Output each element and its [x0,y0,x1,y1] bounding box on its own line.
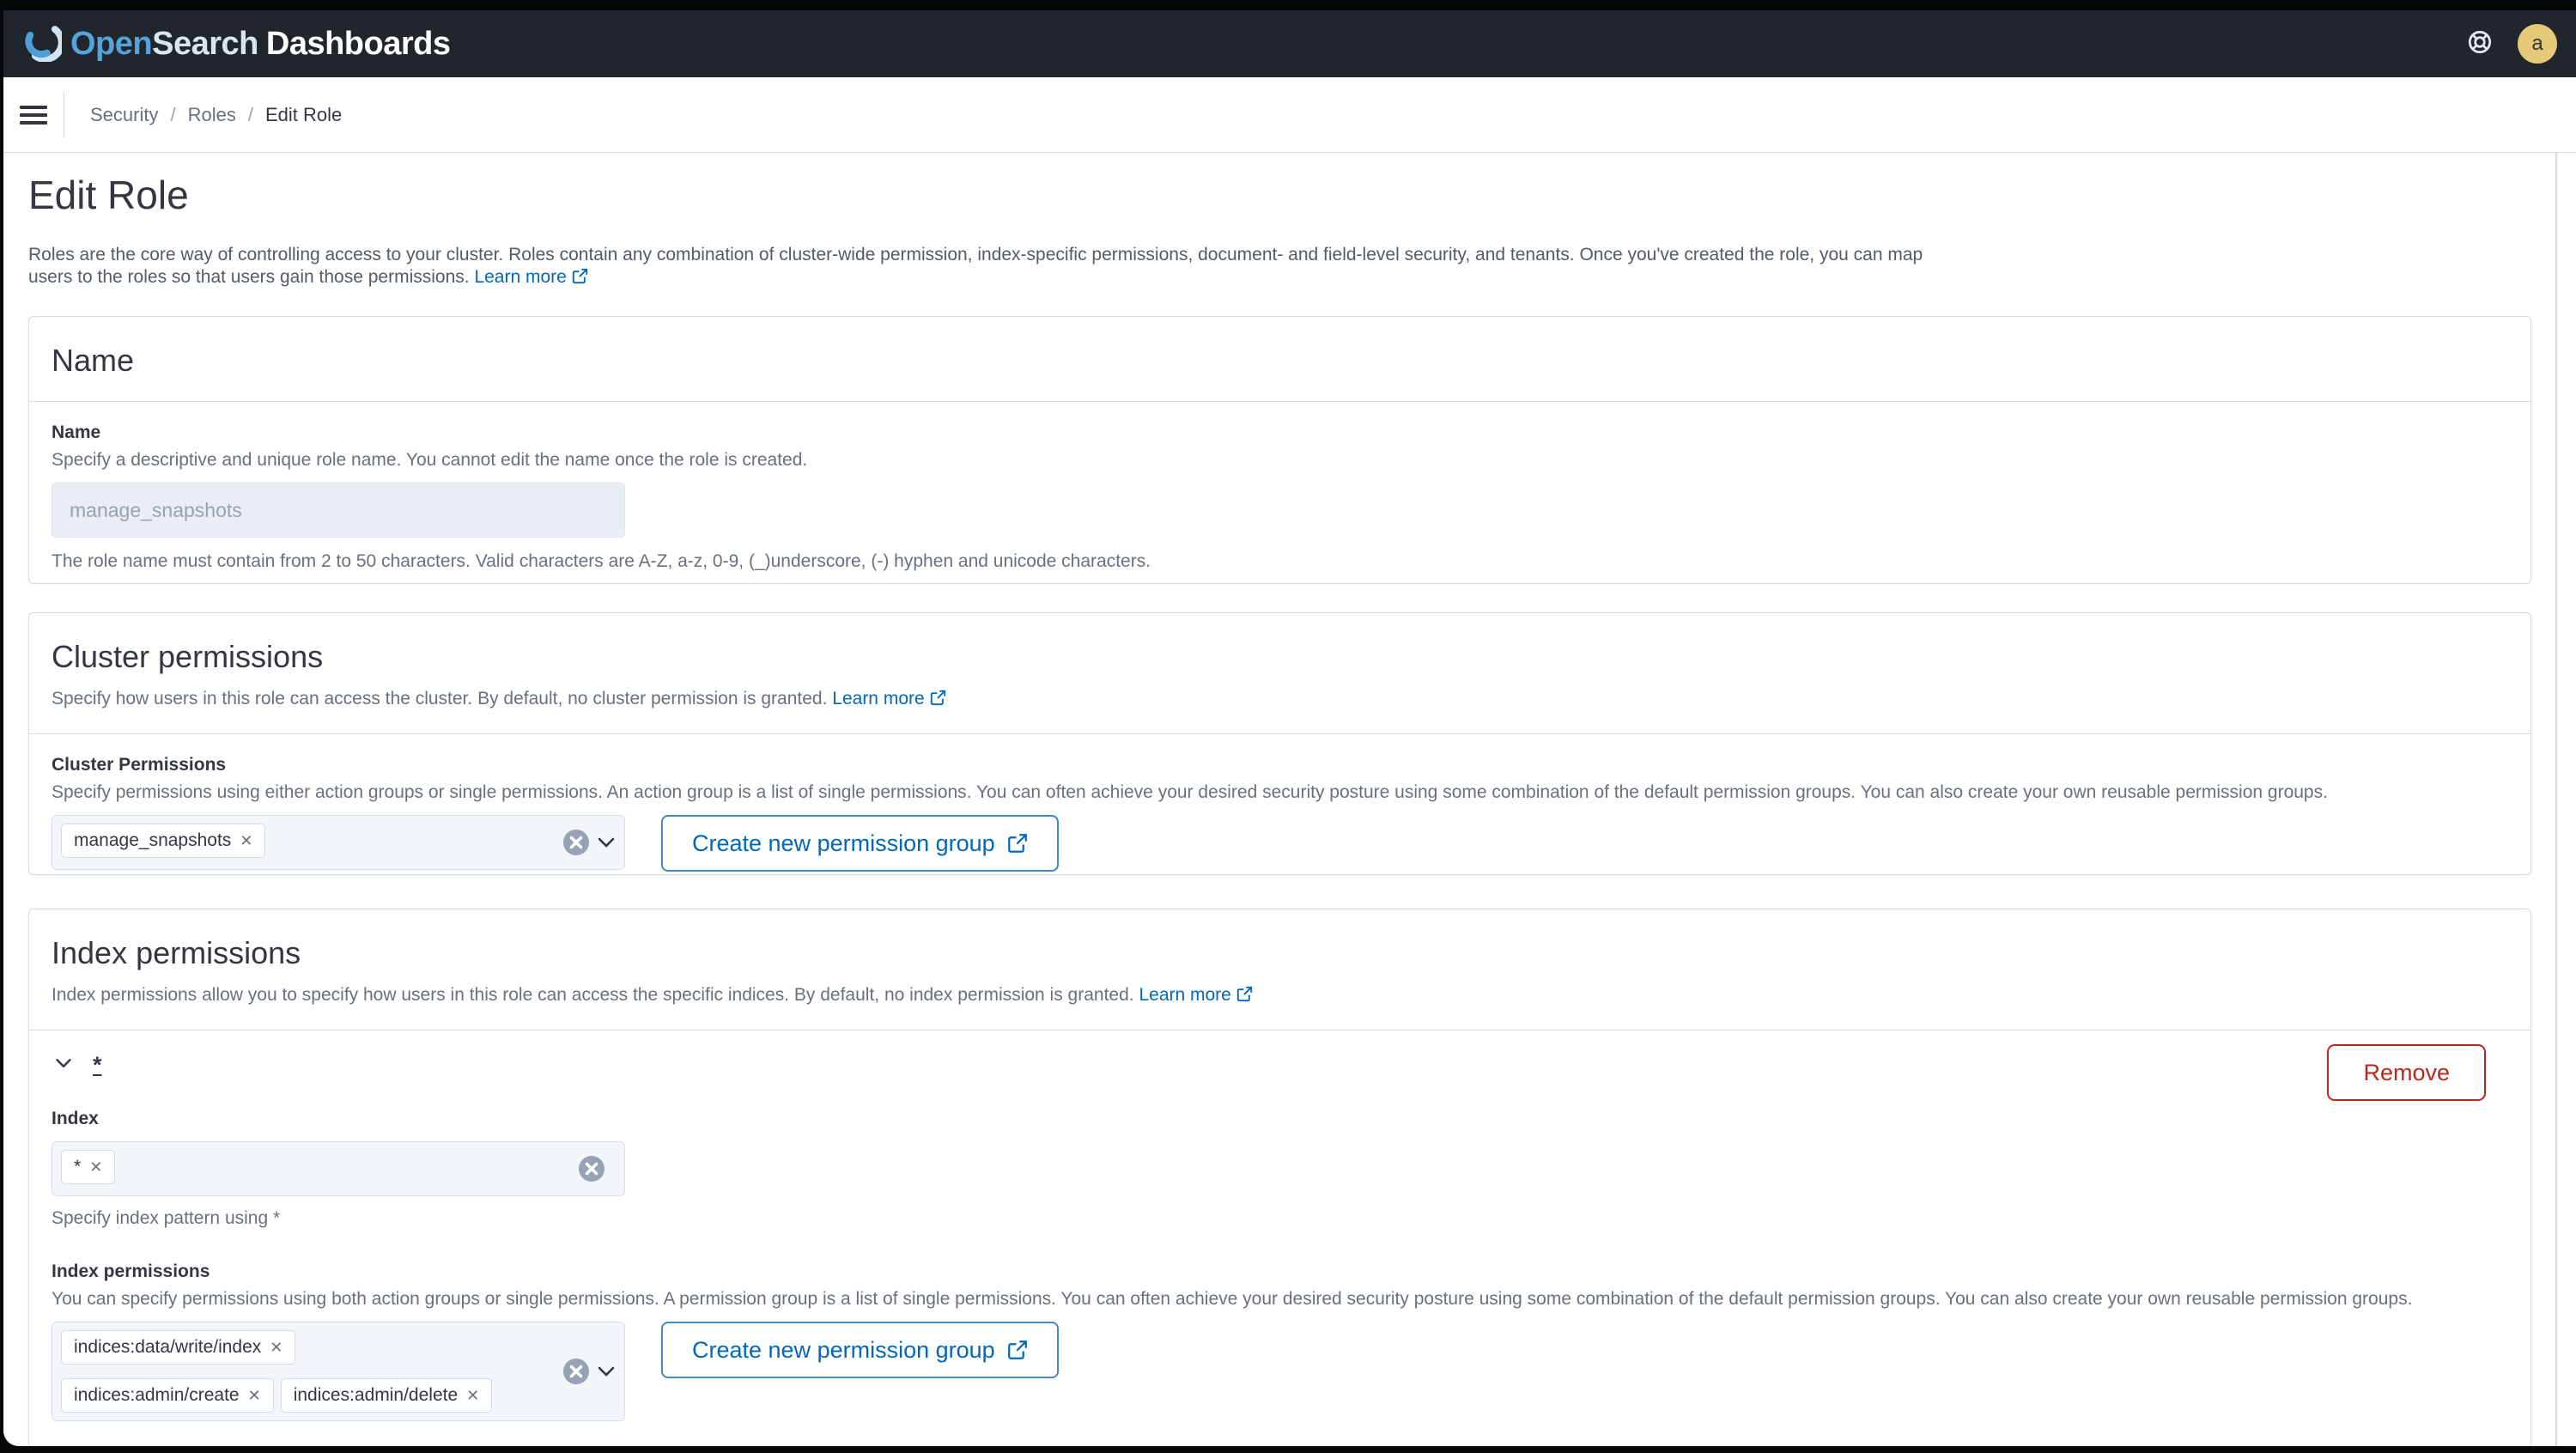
cluster-permissions-label: Cluster Permissions [52,755,227,775]
cluster-permissions-description: Specify permissions using either action … [52,782,2328,802]
clear-selection-icon[interactable] [578,1155,605,1182]
app-window: OpenSearch Dashboards a Security / Roles… [3,0,2576,1446]
create-permission-group-button[interactable]: Create new permission group [661,1322,1059,1378]
opensearch-logo[interactable]: OpenSearch Dashboards [22,22,451,66]
name-field-label: Name [52,423,101,442]
cluster-permissions-combobox[interactable]: manage_snapshots ✕ [52,815,625,870]
breadcrumb-current: Edit Role [264,103,343,125]
permission-tag-circled: indices:admin/delete ✕ [280,1378,493,1413]
index-pattern-combobox[interactable]: * ✕ [52,1141,625,1196]
permission-tag: manage_snapshots ✕ [61,824,266,858]
panel-divider [29,733,2530,734]
page-content: Edit Role Roles are the core way of cont… [3,153,2576,1446]
chevron-down-icon[interactable] [593,830,619,855]
index-permissions-combobox[interactable]: indices:data/write/index ✕ indices:admin/… [52,1322,625,1421]
chevron-down-icon [52,1051,76,1079]
logo-wordmark: OpenSearch Dashboards [70,25,451,62]
panel-divider [29,401,2530,402]
window-top-edge [3,0,2576,10]
nav-menu-button[interactable] [3,77,64,152]
create-permission-group-button[interactable]: Create new permission group [661,815,1059,872]
opensearch-logo-icon [22,22,65,66]
learn-more-link[interactable]: Learn more [474,267,587,287]
index-pattern-help: Specify index pattern using * [52,1208,281,1228]
name-panel: Name Name Specify a descriptive and uniq… [28,316,2531,584]
app-header: OpenSearch Dashboards a [3,10,2576,77]
index-field-label: Index [52,1109,99,1128]
remove-tag-icon[interactable]: ✕ [240,832,252,850]
page-title: Edit Role [28,173,189,217]
accordion-toggle[interactable]: * [52,1051,102,1079]
breadcrumb-bar: Security / Roles / Edit Role [3,77,2576,153]
role-name-input[interactable] [52,483,625,538]
breadcrumb-separator: / [247,103,253,125]
index-pattern-tag: * ✕ [61,1150,116,1184]
index-permissions-description: You can specify permissions using both a… [52,1289,2413,1309]
page-description: Roles are the core way of controlling ac… [28,244,1952,290]
name-panel-title: Name [52,343,135,378]
clear-selection-icon[interactable] [562,1358,590,1385]
cluster-permissions-panel: Cluster permissions Specify how users in… [28,612,2531,875]
remove-tag-icon[interactable]: ✕ [466,1387,479,1405]
external-link-icon [930,690,946,711]
accordion-label: * [93,1052,102,1078]
external-link-icon [572,268,588,290]
breadcrumb-roles[interactable]: Roles [188,104,236,126]
name-field-help: The role name must contain from 2 to 50 … [52,551,1151,571]
remove-tag-icon[interactable]: ✕ [89,1158,102,1176]
index-permissions-label: Index permissions [52,1261,210,1281]
learn-more-link[interactable]: Learn more [832,689,945,708]
breadcrumb-security[interactable]: Security [90,104,158,126]
cluster-panel-description: Specify how users in this role can acces… [52,689,2508,711]
permission-tag: indices:data/write/index ✕ [61,1330,296,1365]
name-field-description: Specify a descriptive and unique role na… [52,450,808,470]
remove-tag-icon[interactable]: ✕ [270,1339,283,1357]
index-panel-title: Index permissions [52,935,301,970]
index-permission-accordion: * Remove [52,1044,2508,1101]
remove-tag-icon[interactable]: ✕ [248,1387,261,1405]
hamburger-menu-icon [20,105,47,125]
permission-tag: indices:admin/create ✕ [61,1378,274,1413]
remove-index-permission-button[interactable]: Remove [2327,1044,2486,1101]
external-link-icon [1236,986,1253,1007]
clear-selection-icon[interactable] [562,829,590,856]
external-link-icon [1007,833,1028,854]
lifebuoy-help-icon [2465,27,2494,61]
chevron-down-icon[interactable] [593,1359,619,1384]
breadcrumb: Security / Roles / Edit Role [90,104,342,126]
index-permissions-panel: Index permissions Index permissions allo… [28,909,2531,1446]
help-menu-button[interactable] [2464,28,2495,59]
breadcrumb-separator: / [170,103,176,125]
external-link-icon [1007,1340,1028,1360]
scrollbar-track[interactable] [2555,153,2557,1446]
user-avatar[interactable]: a [2518,24,2557,64]
learn-more-link[interactable]: Learn more [1139,985,1253,1007]
cluster-panel-title: Cluster permissions [52,639,324,674]
index-panel-description: Index permissions allow you to specify h… [52,985,2508,1007]
